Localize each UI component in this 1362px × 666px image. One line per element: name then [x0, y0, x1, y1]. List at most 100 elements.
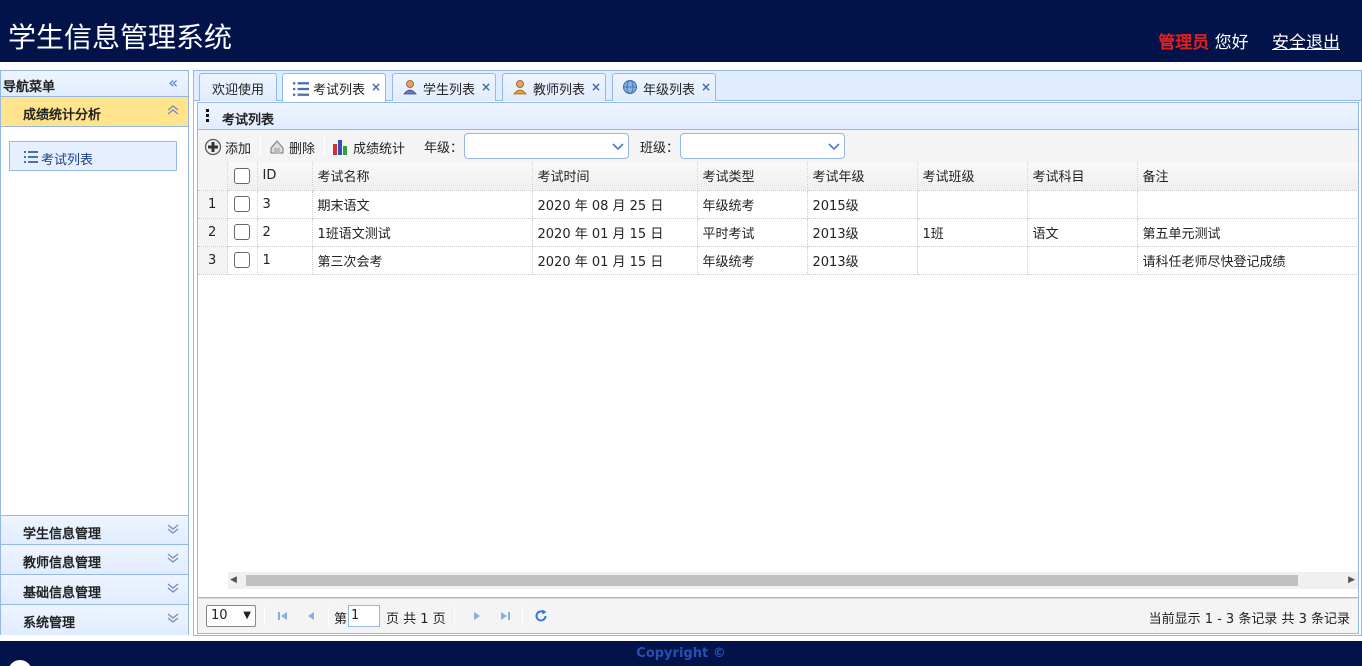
column-header[interactable]: 考试科目 [1027, 162, 1138, 191]
accordion-score-stats[interactable]: 成绩统计分析 [1, 97, 188, 127]
column-header[interactable]: 考试年级 [807, 162, 918, 191]
add-label: 添加 [225, 141, 252, 157]
row-checkbox[interactable] [233, 224, 250, 240]
row-number: 1 [198, 190, 228, 219]
column-header[interactable]: 考试类型 [697, 162, 808, 191]
table-row[interactable]: 2 2 1班语文测试 2020 年 01 月 15 日 平时考试 2013级 1… [198, 218, 1358, 247]
pager-divider [328, 606, 329, 626]
tab-exam-list[interactable]: 考试列表 × [282, 73, 386, 102]
chevron-down-icon [167, 524, 179, 534]
grade-select[interactable] [464, 133, 629, 159]
add-icon [204, 138, 222, 156]
column-header[interactable]: 考试名称 [312, 162, 533, 191]
page-size-value: 10 [211, 608, 228, 623]
sidebar-title: 导航菜单 [3, 80, 56, 95]
column-header[interactable]: 考试时间 [532, 162, 698, 191]
accordion-basic-info[interactable]: 基础信息管理 [1, 575, 188, 605]
tab-student-list[interactable]: 学生列表 × [392, 73, 496, 101]
accordion-label: 学生信息管理 [23, 527, 102, 542]
copyright-text: Copyright © [636, 646, 726, 661]
cell-id: 2 [257, 218, 313, 247]
row-number: 3 [198, 246, 228, 275]
row-checkbox[interactable] [233, 252, 250, 268]
select-all-cell [227, 162, 258, 191]
page-suffix: 页 共 1 页 [386, 612, 446, 627]
first-page-icon[interactable] [276, 609, 290, 623]
close-icon[interactable]: × [481, 80, 491, 94]
refresh-icon[interactable] [534, 609, 548, 623]
user-icon [513, 80, 527, 95]
pager-divider [264, 606, 265, 626]
last-page-icon[interactable] [498, 609, 512, 623]
cell-class [917, 246, 1028, 275]
table-row[interactable]: 3 1 第三次会考 2020 年 01 月 15 日 年级统考 2013级 请科… [198, 246, 1358, 275]
score-stats-button[interactable]: 成绩统计 [332, 136, 405, 158]
class-select[interactable] [680, 133, 845, 159]
greeting: 您好 [1214, 33, 1249, 53]
cell-class: 1班 [917, 218, 1028, 247]
cell-grade: 2013级 [807, 246, 918, 275]
cell-type: 年级统考 [697, 190, 808, 219]
table-row[interactable]: 1 3 期末语文 2020 年 08 月 25 日 年级统考 2015级 [198, 190, 1358, 219]
row-select-cell [227, 218, 258, 247]
row-number: 2 [198, 218, 228, 247]
tab-welcome[interactable]: 欢迎使用 [199, 73, 277, 101]
collapse-left-icon[interactable]: « [168, 73, 178, 92]
prev-page-icon[interactable] [304, 609, 318, 623]
close-icon[interactable]: × [371, 80, 381, 94]
cell-time: 2020 年 01 月 15 日 [532, 246, 698, 275]
accordion-student-info[interactable]: 学生信息管理 [1, 515, 188, 545]
delete-button[interactable]: 删除 [268, 136, 315, 158]
scroll-left-icon[interactable]: ◀ [230, 575, 237, 585]
close-icon[interactable]: × [701, 80, 711, 94]
chevron-up-icon [167, 105, 179, 115]
chevron-down-icon: ▼ [243, 610, 251, 621]
scrollbar-thumb[interactable] [246, 575, 1298, 586]
page-number-input[interactable]: 1 [348, 605, 380, 627]
user-role: 管理员 [1158, 33, 1210, 53]
chevron-down-icon [612, 143, 624, 151]
select-all-checkbox[interactable] [233, 167, 250, 184]
tab-label: 教师列表 [533, 83, 586, 98]
tree-item-exam-list[interactable]: 考试列表 [9, 141, 177, 171]
accordion-system-admin[interactable]: 系统管理 [1, 605, 188, 635]
pagination-bar: 10 ▼ 第 1 页 共 1 页 当前显示 1 - 3 条记录 共 3 条记录 [197, 598, 1359, 634]
accordion-body: 考试列表 [1, 127, 188, 515]
logout-link[interactable]: 安全退出 [1272, 33, 1340, 53]
sidebar: 导航菜单 « 成绩统计分析 考试列表 学生信息管理 教师信息管理 基础信息管理 … [0, 70, 189, 635]
scroll-right-icon[interactable]: ▶ [1348, 575, 1355, 585]
cell-name: 1班语文测试 [312, 218, 533, 247]
close-icon[interactable]: × [591, 80, 601, 94]
pager-divider [522, 606, 523, 626]
column-header[interactable]: 考试班级 [917, 162, 1028, 191]
column-header[interactable]: ID [257, 162, 313, 191]
row-checkbox[interactable] [233, 196, 250, 212]
cell-subject [1027, 190, 1138, 219]
column-header[interactable]: 备注 [1137, 162, 1358, 191]
tab-label: 年级列表 [643, 83, 696, 98]
page-size-select[interactable]: 10 ▼ [206, 605, 256, 627]
accordion-teacher-info[interactable]: 教师信息管理 [1, 545, 188, 575]
cell-name: 期末语文 [312, 190, 533, 219]
tab-label: 考试列表 [313, 83, 366, 98]
horizontal-scrollbar[interactable]: ◀ ▶ [228, 572, 1358, 589]
bar-chart-icon [333, 140, 347, 155]
cell-note: 请科任老师尽快登记成绩 [1137, 246, 1358, 275]
user-area: 管理员 您好 安全退出 [1158, 28, 1340, 53]
score-stats-label: 成绩统计 [353, 141, 406, 157]
main-panel: 欢迎使用 考试列表 × 学生列表 × 教师列表 × 年级列表 × 考试列表 添加… [193, 70, 1362, 636]
next-page-icon[interactable] [470, 609, 484, 623]
exam-grid: ID 考试名称 考试时间 考试类型 考试年级 考试班级 考试科目 备注 1 3 … [197, 162, 1359, 598]
cell-subject: 语文 [1027, 218, 1138, 247]
add-button[interactable]: 添加 [204, 136, 251, 158]
cell-class [917, 190, 1028, 219]
tab-label: 欢迎使用 [212, 83, 265, 98]
accordion-label: 教师信息管理 [23, 556, 102, 571]
toolbar-divider [324, 136, 325, 156]
tab-grade-list[interactable]: 年级列表 × [612, 73, 716, 101]
tab-teacher-list[interactable]: 教师列表 × [502, 73, 606, 101]
row-number-header [198, 162, 228, 191]
app-title: 学生信息管理系统 [8, 21, 233, 54]
user-icon [403, 80, 417, 95]
table-header-row: ID 考试名称 考试时间 考试类型 考试年级 考试班级 考试科目 备注 [198, 162, 1358, 191]
